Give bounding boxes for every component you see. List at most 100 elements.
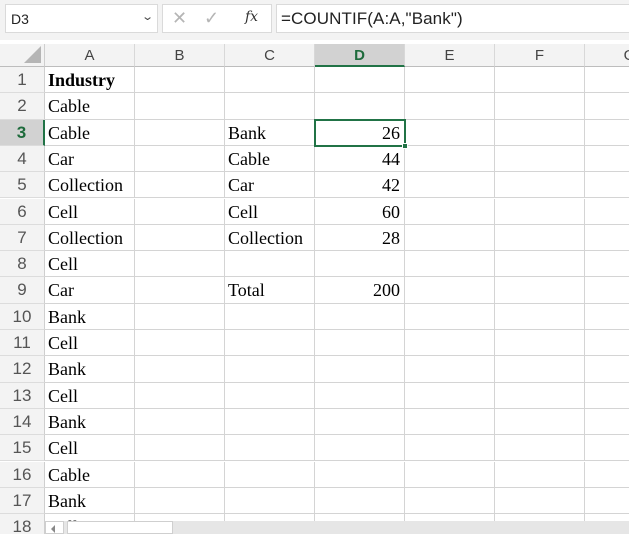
cell-b11[interactable] [135,330,225,357]
column-header-e[interactable]: E [405,44,495,67]
cell-e14[interactable] [405,408,495,436]
cell-g4[interactable] [585,146,629,173]
cell-c14[interactable] [225,408,315,436]
cell-a7[interactable]: Collection [45,224,135,252]
cell-d17[interactable] [315,487,405,515]
cell-d5[interactable]: 42 [315,172,405,199]
cell-e4[interactable] [405,145,495,173]
cell-a6[interactable]: Cell [45,198,135,225]
cell-f10[interactable] [495,303,585,330]
cell-d14[interactable] [315,408,405,436]
cell-b3[interactable] [135,119,225,146]
row-header-17[interactable]: 17 [0,487,45,515]
cell-f8[interactable] [495,251,585,278]
cell-g6[interactable] [585,199,629,225]
cell-a5[interactable]: Collection [45,172,135,199]
cell-b12[interactable] [135,356,225,383]
cell-f5[interactable] [495,172,585,199]
cell-g5[interactable] [585,172,629,199]
row-header-8[interactable]: 8 [0,251,45,278]
row-header-1[interactable]: 1 [0,67,45,94]
cell-a15[interactable]: Cell [45,435,135,462]
cell-e16[interactable] [405,461,495,488]
column-header-d[interactable]: D [315,44,405,67]
cell-d6[interactable]: 60 [315,198,405,225]
spreadsheet-grid[interactable]: ABCDEFG1Industry2Cable3CableBank264CarCa… [0,44,629,534]
cell-a10[interactable]: Bank [45,303,135,330]
cell-b14[interactable] [135,408,225,436]
cell-a3[interactable]: Cable [45,119,135,146]
cell-g7[interactable] [585,225,629,252]
cell-d1[interactable] [315,67,405,94]
row-header-18[interactable]: 18 [0,514,45,534]
cell-e10[interactable] [405,303,495,330]
column-header-g[interactable]: G [585,44,629,67]
cell-a1[interactable]: Industry [45,67,135,94]
row-header-14[interactable]: 14 [0,408,45,436]
cell-e9[interactable] [405,277,495,304]
cell-b17[interactable] [135,487,225,515]
cell-c12[interactable] [225,356,315,383]
row-header-13[interactable]: 13 [0,382,45,409]
cell-b10[interactable] [135,303,225,330]
cell-a8[interactable]: Cell [45,251,135,278]
cell-b5[interactable] [135,172,225,199]
cell-e5[interactable] [405,172,495,199]
cell-f9[interactable] [495,277,585,304]
cell-e12[interactable] [405,356,495,383]
cell-c11[interactable] [225,330,315,357]
cell-c3[interactable]: Bank [225,119,315,146]
cell-d3[interactable]: 26 [315,119,405,146]
scroll-left-button[interactable] [45,521,64,534]
cell-e8[interactable] [405,251,495,278]
cell-e6[interactable] [405,198,495,225]
cell-d13[interactable] [315,382,405,409]
cell-f7[interactable] [495,224,585,252]
cell-d4[interactable]: 44 [315,145,405,173]
cell-d15[interactable] [315,435,405,462]
cell-f4[interactable] [495,145,585,173]
cell-c4[interactable]: Cable [225,145,315,173]
column-header-c[interactable]: C [225,44,315,67]
cell-c15[interactable] [225,435,315,462]
cell-d11[interactable] [315,330,405,357]
cell-d9[interactable]: 200 [315,277,405,304]
cell-e2[interactable] [405,93,495,120]
row-header-10[interactable]: 10 [0,303,45,330]
cell-g14[interactable] [585,409,629,436]
cell-a13[interactable]: Cell [45,382,135,409]
cell-g15[interactable] [585,435,629,462]
cell-a11[interactable]: Cell [45,330,135,357]
cell-f16[interactable] [495,461,585,488]
cell-b15[interactable] [135,435,225,462]
scrollbar-thumb[interactable] [67,521,173,534]
cell-f13[interactable] [495,382,585,409]
row-header-12[interactable]: 12 [0,356,45,383]
cell-c9[interactable]: Total [225,277,315,304]
name-box[interactable]: D3 ⌄ [5,4,158,33]
cell-a4[interactable]: Car [45,145,135,173]
select-all-button[interactable] [0,44,45,67]
cell-f17[interactable] [495,487,585,515]
cell-c8[interactable] [225,251,315,278]
cell-b7[interactable] [135,224,225,252]
row-header-6[interactable]: 6 [0,198,45,225]
cell-f11[interactable] [495,330,585,357]
cell-e17[interactable] [405,487,495,515]
cell-d8[interactable] [315,251,405,278]
cell-f15[interactable] [495,435,585,462]
cell-d16[interactable] [315,461,405,488]
cell-b16[interactable] [135,461,225,488]
fill-handle[interactable] [402,142,408,149]
cell-d12[interactable] [315,356,405,383]
cell-f1[interactable] [495,67,585,94]
row-header-7[interactable]: 7 [0,224,45,252]
cell-g17[interactable] [585,488,629,515]
cell-a2[interactable]: Cable [45,93,135,120]
column-header-b[interactable]: B [135,44,225,67]
cell-g8[interactable] [585,251,629,278]
insert-function-icon[interactable]: fx [245,9,258,25]
row-header-4[interactable]: 4 [0,145,45,173]
row-header-3[interactable]: 3 [0,119,45,146]
cell-a12[interactable]: Bank [45,356,135,383]
